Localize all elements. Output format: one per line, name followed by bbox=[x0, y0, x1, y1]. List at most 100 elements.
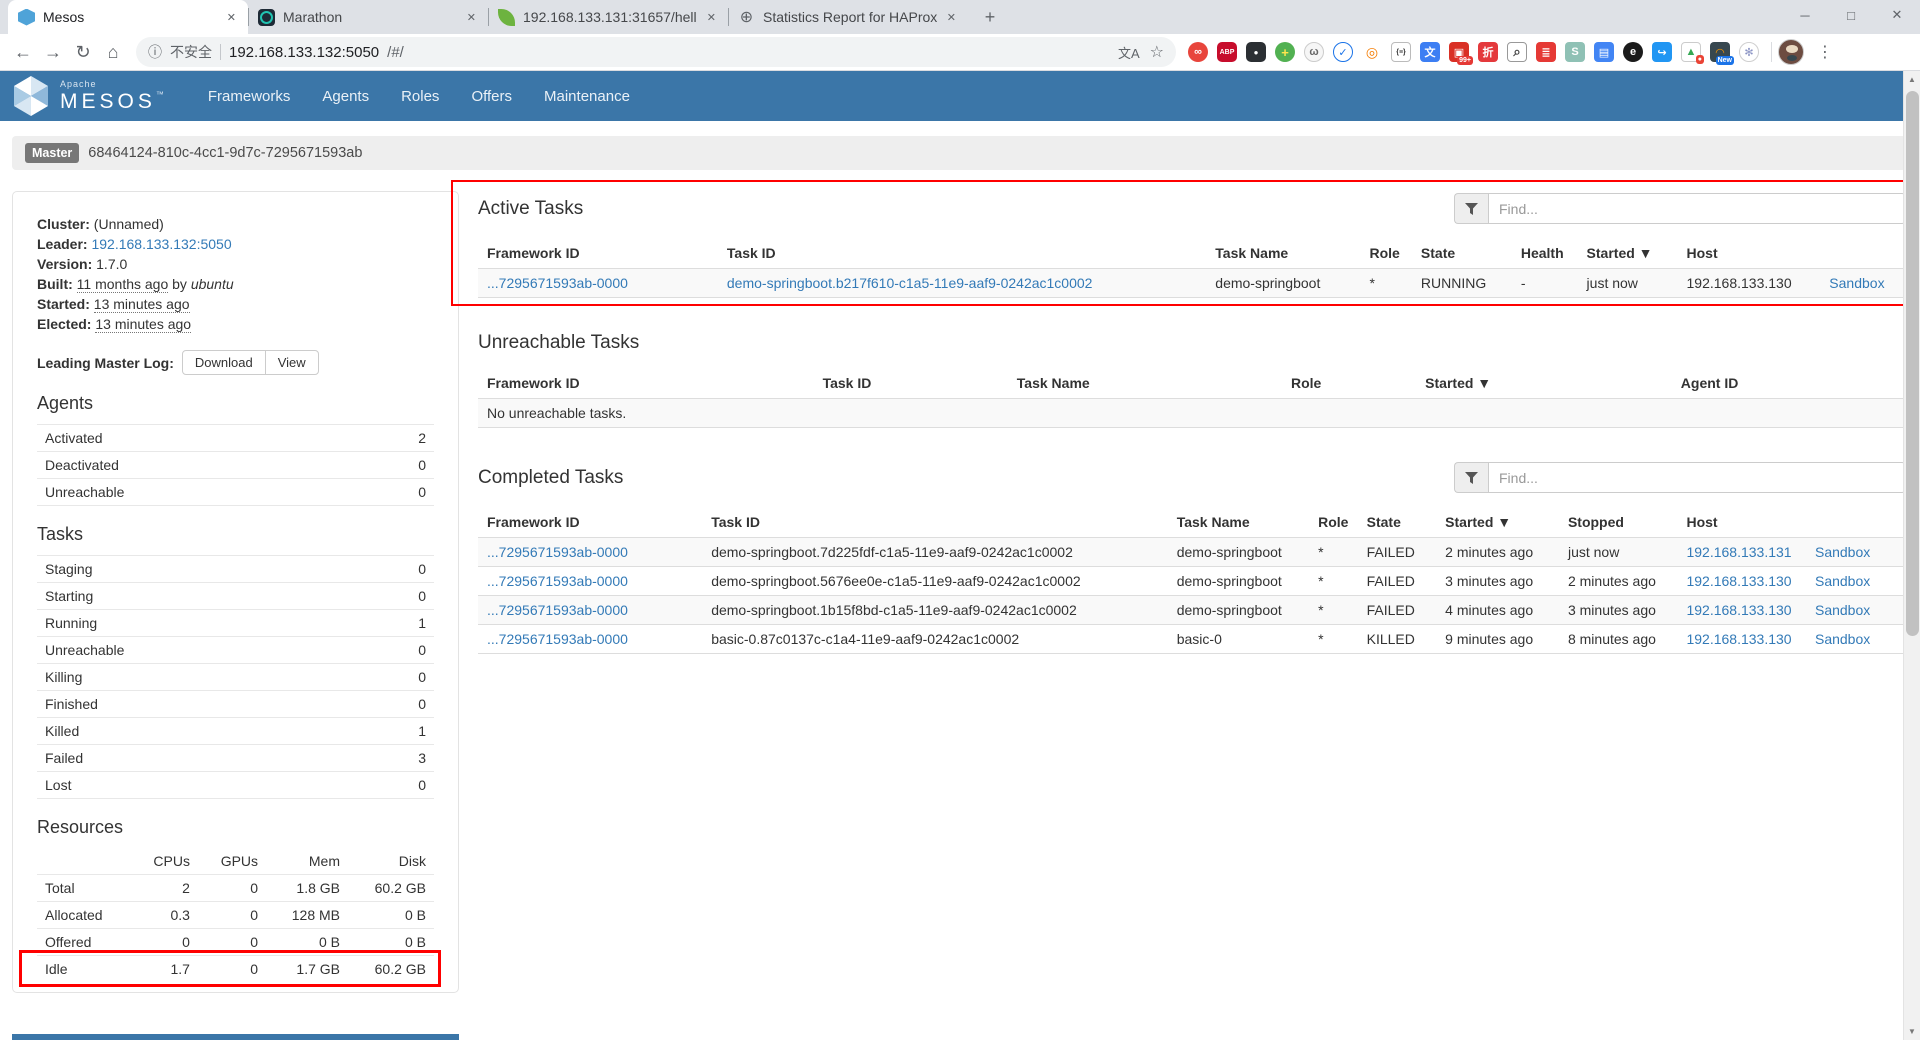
extension-icon[interactable]: ▲● bbox=[1681, 42, 1701, 62]
extension-icon[interactable]: + bbox=[1275, 42, 1295, 62]
maximize-button[interactable]: □ bbox=[1828, 0, 1874, 30]
extension-icon[interactable]: ● bbox=[1246, 42, 1266, 62]
cell-link[interactable]: ...7295671593ab-0000 bbox=[478, 596, 702, 625]
column-header[interactable]: Started ▼ bbox=[1436, 507, 1559, 538]
extension-icon[interactable]: ↪ bbox=[1652, 42, 1672, 62]
cell-link[interactable]: Sandbox bbox=[1806, 625, 1906, 654]
download-log-button[interactable]: Download bbox=[182, 350, 266, 375]
translate-icon[interactable]: 文A bbox=[1118, 43, 1140, 62]
extension-icon[interactable]: ABP bbox=[1217, 42, 1237, 62]
completed-tasks-find-input[interactable] bbox=[1488, 462, 1906, 493]
nav-item-maintenance[interactable]: Maintenance bbox=[528, 73, 646, 120]
column-header[interactable]: Role bbox=[1361, 238, 1412, 269]
browser-tab[interactable]: ⊕Statistics Report for HAProxy✕ bbox=[728, 0, 968, 34]
leader-link[interactable]: 192.168.133.132:5050 bbox=[91, 236, 231, 252]
address-bar[interactable]: ⓘ 不安全 192.168.133.132:5050 /#/ 文A ☆ bbox=[136, 37, 1176, 67]
column-header[interactable]: Task ID bbox=[718, 238, 1206, 269]
mesos-brand[interactable]: Apache MESOS™ bbox=[12, 75, 168, 117]
cell-link[interactable]: 192.168.133.130 bbox=[1677, 596, 1806, 625]
tab-close-icon[interactable]: ✕ bbox=[945, 9, 958, 26]
scrollbar-down-icon[interactable]: ▼ bbox=[1904, 1023, 1920, 1040]
extension-icon[interactable]: ◎ bbox=[1362, 42, 1382, 62]
column-header[interactable] bbox=[1806, 507, 1906, 538]
column-header[interactable]: Task Name bbox=[1206, 238, 1360, 269]
close-button[interactable]: ✕ bbox=[1874, 0, 1920, 30]
nav-item-agents[interactable]: Agents bbox=[306, 73, 385, 120]
extension-icon[interactable]: ▣99+ bbox=[1449, 42, 1469, 62]
extension-icon[interactable]: ✓ bbox=[1333, 42, 1353, 62]
column-header[interactable]: Stopped bbox=[1559, 507, 1678, 538]
column-header[interactable]: Host bbox=[1678, 238, 1821, 269]
new-tab-button[interactable]: + bbox=[976, 3, 1004, 31]
column-header[interactable]: Framework ID bbox=[478, 507, 702, 538]
extension-icon[interactable]: ✻ bbox=[1739, 42, 1759, 62]
extension-icon[interactable]: ω bbox=[1304, 42, 1324, 62]
cell: Allocated bbox=[37, 902, 131, 929]
reload-icon[interactable]: ↻ bbox=[68, 37, 98, 67]
nav-item-roles[interactable]: Roles bbox=[385, 73, 455, 120]
forward-icon[interactable]: → bbox=[38, 37, 68, 67]
column-header[interactable] bbox=[1820, 238, 1906, 269]
column-header[interactable]: Task Name bbox=[1168, 507, 1309, 538]
browser-menu-icon[interactable]: ⋮ bbox=[1812, 39, 1838, 65]
cell: 1.7 bbox=[131, 956, 198, 983]
tab-close-icon[interactable]: ✕ bbox=[705, 9, 718, 26]
column-header[interactable]: Task Name bbox=[1008, 368, 1282, 399]
column-header[interactable]: Health bbox=[1512, 238, 1578, 269]
profile-avatar[interactable] bbox=[1778, 39, 1804, 65]
extension-icon[interactable]: {≡} bbox=[1391, 42, 1411, 62]
column-header[interactable]: Framework ID bbox=[478, 368, 814, 399]
cell-link[interactable]: 192.168.133.130 bbox=[1677, 567, 1806, 596]
page-scrollbar[interactable]: ▲ ▼ bbox=[1903, 71, 1920, 1040]
column-header[interactable]: Role bbox=[1309, 507, 1358, 538]
cell-link[interactable]: 192.168.133.130 bbox=[1677, 625, 1806, 654]
extension-icon[interactable]: ≣ bbox=[1536, 42, 1556, 62]
nav-item-offers[interactable]: Offers bbox=[455, 73, 528, 120]
cell-link[interactable]: 192.168.133.131 bbox=[1677, 538, 1806, 567]
cell-link[interactable]: Sandbox bbox=[1806, 567, 1906, 596]
cell-link[interactable]: Sandbox bbox=[1806, 596, 1906, 625]
scrollbar-up-icon[interactable]: ▲ bbox=[1904, 71, 1920, 88]
cell-link[interactable]: ...7295671593ab-0000 bbox=[478, 269, 718, 298]
browser-tab[interactable]: Mesos✕ bbox=[8, 0, 248, 34]
cell-link[interactable]: Sandbox bbox=[1820, 269, 1906, 298]
extension-icon[interactable]: e bbox=[1623, 42, 1643, 62]
nav-item-frameworks[interactable]: Frameworks bbox=[192, 73, 307, 120]
column-header[interactable]: Agent ID bbox=[1672, 368, 1906, 399]
extension-icon[interactable]: 折 bbox=[1478, 42, 1498, 62]
cell-link[interactable]: demo-springboot.b217f610-c1a5-11e9-aaf9-… bbox=[718, 269, 1206, 298]
column-header[interactable]: Role bbox=[1282, 368, 1416, 399]
extension-icon[interactable]: 文 bbox=[1420, 42, 1440, 62]
scrollbar-thumb[interactable] bbox=[1906, 91, 1919, 636]
column-header[interactable]: State bbox=[1412, 238, 1512, 269]
active-tasks-find-input[interactable] bbox=[1488, 193, 1906, 224]
site-info-icon[interactable]: ⓘ bbox=[148, 42, 162, 62]
back-icon[interactable]: ← bbox=[8, 37, 38, 67]
column-header[interactable]: Started ▼ bbox=[1416, 368, 1672, 399]
column-header[interactable]: Framework ID bbox=[478, 238, 718, 269]
extension-icon[interactable]: ◠New bbox=[1710, 42, 1730, 62]
tab-close-icon[interactable]: ✕ bbox=[225, 9, 238, 26]
browser-tab[interactable]: 192.168.133.131:31657/hello w✕ bbox=[488, 0, 728, 34]
cell-link[interactable]: ...7295671593ab-0000 bbox=[478, 538, 702, 567]
elected-info: Elected: 13 minutes ago bbox=[37, 314, 434, 334]
cell: 60.2 GB bbox=[348, 956, 434, 983]
minimize-button[interactable]: ─ bbox=[1782, 0, 1828, 30]
column-header[interactable]: Task ID bbox=[702, 507, 1168, 538]
cell-link[interactable]: ...7295671593ab-0000 bbox=[478, 625, 702, 654]
column-header[interactable]: Task ID bbox=[814, 368, 1008, 399]
extension-icon[interactable]: ▤ bbox=[1594, 42, 1614, 62]
tab-close-icon[interactable]: ✕ bbox=[465, 9, 478, 26]
browser-tab[interactable]: Marathon✕ bbox=[248, 0, 488, 34]
extension-icon[interactable]: S bbox=[1565, 42, 1585, 62]
column-header[interactable]: Host bbox=[1677, 507, 1806, 538]
cell-link[interactable]: ...7295671593ab-0000 bbox=[478, 567, 702, 596]
extension-icon[interactable]: ⌕ bbox=[1507, 42, 1527, 62]
home-icon[interactable]: ⌂ bbox=[98, 37, 128, 67]
view-log-button[interactable]: View bbox=[265, 350, 319, 375]
cell-link[interactable]: Sandbox bbox=[1806, 538, 1906, 567]
column-header[interactable]: Started ▼ bbox=[1578, 238, 1678, 269]
extension-icon[interactable]: ∞ bbox=[1188, 42, 1208, 62]
column-header[interactable]: State bbox=[1358, 507, 1437, 538]
bookmark-star-icon[interactable]: ☆ bbox=[1150, 42, 1164, 62]
